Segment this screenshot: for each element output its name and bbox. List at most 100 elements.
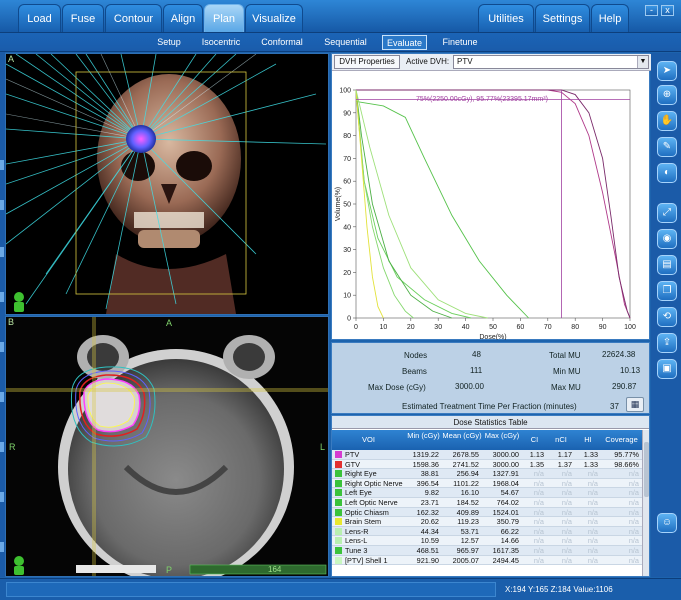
edge-handle[interactable]	[0, 442, 4, 452]
subtab-isocentric[interactable]: Isocentric	[196, 35, 246, 50]
cell-ci: 1.35	[529, 459, 544, 469]
edge-handle[interactable]	[0, 160, 4, 170]
table-row[interactable]: GTV 1598.36 2741.52 3000.00 1.35 1.37 1.33 98.6…	[332, 459, 642, 470]
cell-min: 20.62	[420, 517, 439, 527]
camera-icon[interactable]: ◉	[657, 229, 677, 249]
copy-icon[interactable]: ❐	[657, 281, 677, 301]
cell-cov: n/a	[628, 469, 639, 479]
window-level-bar[interactable]	[76, 565, 156, 573]
y-tick-label: 50	[343, 202, 351, 209]
pan-hand-icon[interactable]: ✋	[657, 111, 677, 131]
cell-ci: n/a	[533, 478, 544, 488]
cell-nci: n/a	[561, 555, 572, 565]
window-level-icon[interactable]: ◐	[657, 163, 677, 183]
x-tick-label: 70	[544, 324, 552, 331]
cell-cov: n/a	[628, 488, 639, 498]
close-button[interactable]: x	[661, 5, 674, 16]
edge-handle[interactable]	[0, 200, 4, 210]
cell-mean: 1101.22	[453, 478, 479, 488]
tab-help[interactable]: Help	[591, 4, 629, 32]
dvh-properties-button[interactable]: DVH Properties	[334, 55, 400, 69]
help-person-icon[interactable]: ☺	[657, 513, 677, 533]
zoom-icon[interactable]: ⊕	[657, 85, 677, 105]
col-hi[interactable]: HI	[575, 430, 601, 450]
col-coverage[interactable]: Coverage	[601, 430, 642, 450]
cell-max: 1327.91	[492, 469, 519, 479]
table-row[interactable]: Lens-L 10.59 12.57 14.66 n/a n/a n/a n/a	[332, 536, 642, 546]
calculator-icon[interactable]: ▦	[626, 397, 644, 412]
col-voi[interactable]: VOI	[332, 430, 405, 450]
max-dose-label: Max Dose (cGy)	[368, 383, 426, 392]
col-nci[interactable]: nCI	[547, 430, 575, 450]
voi-name: Right Optic Nerve	[345, 478, 403, 488]
tab-plan[interactable]: Plan	[204, 4, 244, 32]
save-icon[interactable]: ▣	[657, 359, 677, 379]
3d-viewport[interactable]: A	[5, 53, 329, 315]
col-ci[interactable]: CI	[522, 430, 547, 450]
beams-label: Beams	[402, 367, 427, 376]
edge-handle[interactable]	[0, 392, 4, 402]
tab-fuse[interactable]: Fuse	[62, 4, 104, 32]
subtab-finetune[interactable]: Finetune	[436, 35, 484, 50]
edge-handle[interactable]	[0, 342, 4, 352]
table-row[interactable]: PTV 1319.22 2678.55 3000.00 1.13 1.17 1.33 95.7…	[332, 450, 642, 460]
cell-mean: 184.52	[456, 497, 479, 507]
x-tick-label: 40	[462, 324, 470, 331]
print-icon[interactable]: ▤	[657, 255, 677, 275]
export-icon[interactable]: ⇪	[657, 333, 677, 353]
subtab-setup[interactable]: Setup	[150, 35, 188, 50]
pointer-icon[interactable]: ➤	[657, 61, 677, 81]
cell-hi: n/a	[587, 488, 598, 498]
col-mean[interactable]: Mean (cGy)	[442, 430, 482, 450]
y-tick-label: 100	[339, 88, 351, 95]
table-row[interactable]: Lens-R 44.34 53.71 66.22 n/a n/a n/a n/a	[332, 526, 642, 537]
table-row[interactable]: Right Optic Nerve 396.54 1101.22 1968.04 n/a…	[332, 478, 642, 489]
tab-load[interactable]: Load	[18, 4, 61, 32]
edge-handle[interactable]	[0, 292, 4, 302]
voi-name: Left Optic Nerve	[345, 497, 398, 507]
est-time-value: 37	[610, 402, 619, 411]
main-tab-bar: Load Fuse Contour Align Plan Visualize U…	[0, 0, 681, 33]
viewport-label: B	[8, 317, 15, 327]
ruler-icon[interactable]: ✎	[657, 137, 677, 157]
edge-handle[interactable]	[0, 247, 4, 257]
table-row[interactable]: Optic Chiasm 162.32 409.89 1524.01 n/a n/a n/a…	[332, 507, 642, 518]
table-scrollbar[interactable]	[642, 430, 649, 576]
cell-mean: 2678.55	[452, 450, 479, 459]
table-row[interactable]: Right Eye 38.81 256.94 1327.91 n/a n/a n/a n/a	[332, 469, 642, 479]
max-mu-value: 290.87	[612, 382, 637, 391]
tab-settings[interactable]: Settings	[535, 4, 590, 32]
cell-max: 54.67	[500, 488, 519, 498]
tab-visualize[interactable]: Visualize	[245, 4, 303, 32]
cell-nci: n/a	[561, 507, 572, 517]
col-min[interactable]: Min (cGy)	[405, 430, 442, 450]
axial-mri-viewport[interactable]: B A R L P 164	[5, 316, 329, 577]
fullscreen-icon[interactable]: ⤢	[657, 203, 677, 223]
reset-icon[interactable]: ⟲	[657, 307, 677, 327]
edge-handle[interactable]	[0, 492, 4, 502]
scroll-thumb[interactable]	[644, 442, 649, 497]
tab-align[interactable]: Align	[163, 4, 203, 32]
dvh-chart[interactable]: 0 10 20 30 40 50 60 70 80 90 100 0 10 20 30 40 50 60 70 80 9…	[332, 72, 649, 341]
table-row[interactable]: Brain Stem 20.62 119.23 350.79 n/a n/a n/a n/a	[332, 517, 642, 527]
subtab-conformal[interactable]: Conformal	[256, 35, 308, 50]
slice-slider[interactable]	[190, 565, 326, 574]
tab-contour[interactable]: Contour	[105, 4, 162, 32]
table-row[interactable]: Left Eye 9.82 16.10 54.67 n/a n/a n/a n/a	[332, 488, 642, 498]
chevron-down-icon[interactable]: ▼	[637, 56, 648, 68]
cell-hi: n/a	[587, 497, 598, 507]
minimize-button[interactable]: -	[645, 5, 658, 16]
table-row[interactable]: Left Optic Nerve 23.71 184.52 764.02 n/a n/a n…	[332, 497, 642, 508]
table-row[interactable]: Tune 3 468.51 965.97 1617.35 n/a n/a n/a n/a	[332, 545, 642, 556]
col-max[interactable]: Max (cGy)	[482, 430, 522, 450]
subtab-sequential[interactable]: Sequential	[318, 35, 373, 50]
edge-handle[interactable]	[0, 542, 4, 552]
cell-nci: n/a	[561, 536, 572, 546]
tab-utilities[interactable]: Utilities	[478, 4, 534, 32]
subtab-evaluate[interactable]: Evaluate	[382, 35, 427, 50]
cell-nci: 1.17	[557, 450, 572, 459]
cell-ci: n/a	[533, 507, 544, 517]
active-dvh-select[interactable]: PTV ▼	[453, 55, 649, 69]
active-dvh-label: Active DVH:	[406, 57, 450, 66]
table-row[interactable]: [PTV] Shell 1 921.90 2005.07 2494.45 n/a n/a n…	[332, 555, 642, 566]
